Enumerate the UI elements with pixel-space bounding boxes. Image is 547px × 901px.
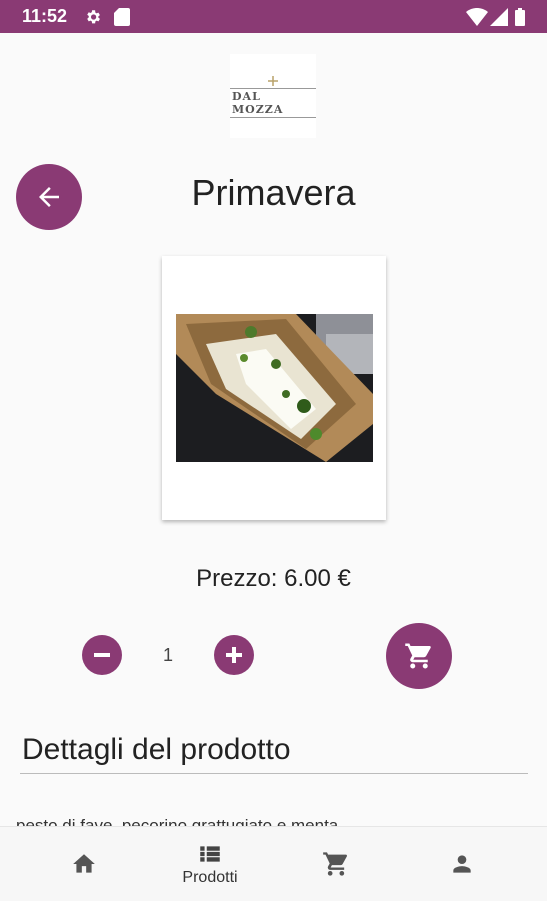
bottom-navigation: Prodotti	[0, 826, 547, 901]
product-photo	[176, 314, 373, 462]
details-heading: Dettagli del prodotto	[22, 733, 291, 766]
minus-icon	[94, 653, 110, 657]
logo-text: DAL MOZZA	[230, 88, 316, 118]
list-icon	[200, 846, 220, 862]
nav-prodotti[interactable]: Prodotti	[142, 827, 278, 901]
battery-icon	[515, 8, 525, 26]
quantity-value: 1	[162, 645, 173, 665]
add-to-cart-button[interactable]	[386, 623, 452, 689]
gear-icon	[87, 10, 100, 24]
page-title: Primavera	[191, 172, 356, 213]
person-icon	[453, 855, 471, 873]
nav-profile[interactable]	[394, 827, 530, 901]
sd-card-icon	[114, 8, 130, 26]
wifi-icon	[466, 8, 488, 26]
nav-prodotti-label: Prodotti	[182, 869, 238, 886]
status-time: 11:52	[22, 6, 68, 26]
cart-icon	[405, 643, 431, 669]
product-image-card	[162, 256, 386, 520]
decrease-quantity-button[interactable]	[82, 635, 122, 675]
cart-icon	[323, 852, 348, 876]
increase-quantity-button[interactable]	[214, 635, 254, 675]
nav-cart[interactable]	[268, 827, 404, 901]
status-bar: 11:52	[0, 0, 547, 33]
product-price: Prezzo: 6.00 €	[196, 565, 351, 592]
home-icon	[73, 854, 95, 873]
nav-home[interactable]	[16, 827, 152, 901]
signal-icon	[490, 8, 508, 26]
brand-logo: DAL MOZZA	[230, 54, 316, 138]
plus-icon	[226, 647, 242, 663]
logo-ornament-icon	[268, 76, 278, 86]
divider	[20, 773, 528, 774]
